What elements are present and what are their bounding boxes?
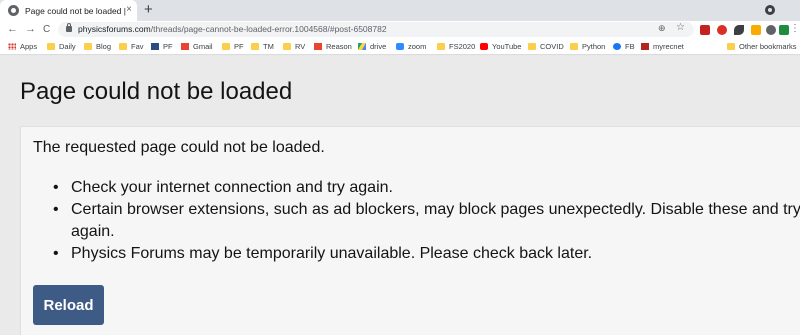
- bookmark-label: myrecnet: [653, 42, 684, 51]
- address-bar[interactable]: physicsforums.com/threads/page-cannot-be…: [58, 22, 694, 37]
- bookmark-apps[interactable]: Apps: [8, 38, 37, 55]
- folder-icon: [119, 43, 127, 50]
- bookmark-drive[interactable]: drive: [358, 38, 386, 55]
- bookmark-gmail[interactable]: Gmail: [181, 38, 213, 55]
- folder-icon: [437, 43, 445, 50]
- bookmark-label: FS2020: [449, 42, 476, 51]
- bookmark-label: Reason: [326, 42, 352, 51]
- bookmark-covid[interactable]: COVID: [528, 38, 564, 55]
- bookmark-reason[interactable]: Reason: [314, 38, 352, 55]
- youtube-icon: [480, 43, 488, 50]
- new-tab-button[interactable]: +: [144, 2, 153, 18]
- bookmark-fs2020[interactable]: FS2020: [437, 38, 475, 55]
- folder-icon: [528, 43, 536, 50]
- bookmark-label: COVID: [540, 42, 564, 51]
- bookmark-zoom[interactable]: zoom: [396, 38, 426, 55]
- error-block: The requested page could not be loaded. …: [20, 126, 800, 335]
- bookmark-pf-folder[interactable]: PF: [222, 38, 244, 55]
- reload-page-button[interactable]: C: [43, 21, 50, 38]
- extension-gmail-icon[interactable]: [700, 25, 710, 35]
- gmail-icon: [181, 43, 189, 50]
- url-path: /threads/page-cannot-be-loaded-error.100…: [150, 24, 387, 34]
- facebook-icon: [613, 43, 621, 50]
- bookmark-label: Fav: [131, 42, 144, 51]
- bookmark-star-icon[interactable]: ☆: [676, 22, 685, 33]
- bookmark-label: PF: [163, 42, 173, 51]
- list-item: Check your internet connection and try a…: [53, 177, 800, 199]
- browser-menu-icon[interactable]: ⋮: [790, 24, 800, 34]
- forward-button[interactable]: →: [25, 21, 36, 38]
- tab-close-icon[interactable]: ×: [126, 4, 132, 16]
- drive-icon: [358, 43, 366, 50]
- pf-icon: [151, 43, 159, 50]
- profile-icon[interactable]: [765, 5, 775, 15]
- browser-toolbar: ← → C physicsforums.com/threads/page-can…: [0, 21, 800, 38]
- bookmark-blog[interactable]: Blog: [84, 38, 111, 55]
- url-host: physicsforums.com: [78, 24, 151, 34]
- tab-title: Page could not be loaded | Physics Forum…: [25, 5, 129, 16]
- bookmark-label: RV: [295, 42, 306, 51]
- zoom-icon[interactable]: ⊕: [658, 23, 666, 34]
- tab-strip: Page could not be loaded | Physics Forum…: [0, 0, 800, 21]
- extension-green-icon[interactable]: [779, 25, 789, 35]
- folder-icon: [251, 43, 259, 50]
- bookmark-myrecnet[interactable]: myrecnet: [641, 38, 684, 55]
- zoom-icon: [396, 43, 404, 50]
- back-button[interactable]: ←: [7, 21, 18, 38]
- bookmark-label: Blog: [96, 42, 112, 51]
- bookmark-label: Gmail: [193, 42, 213, 51]
- bookmark-fav[interactable]: Fav: [119, 38, 144, 55]
- error-message: The requested page could not be loaded.: [33, 139, 325, 156]
- reason-icon: [314, 43, 322, 50]
- bookmark-label: Python: [582, 42, 606, 51]
- folder-icon: [47, 43, 55, 50]
- folder-icon: [570, 43, 578, 50]
- extension-dark-icon[interactable]: [766, 25, 776, 35]
- page-title: Page could not be loaded: [20, 78, 293, 105]
- url-text[interactable]: physicsforums.com/threads/page-cannot-be…: [78, 24, 387, 35]
- bookmark-tm[interactable]: TM: [251, 38, 274, 55]
- folder-icon: [727, 43, 735, 50]
- page-content: Page could not be loaded The requested p…: [0, 56, 800, 335]
- bookmark-label: Apps: [20, 42, 38, 51]
- folder-icon: [222, 43, 230, 50]
- reasons-list: Check your internet connection and try a…: [53, 177, 800, 265]
- bookmark-label: YouTube: [492, 42, 522, 51]
- bookmark-rv[interactable]: RV: [283, 38, 305, 55]
- bookmark-label: TM: [263, 42, 274, 51]
- folder-icon: [283, 43, 291, 50]
- bookmark-pf[interactable]: PF: [151, 38, 173, 55]
- list-item: Certain browser extensions, such as ad b…: [53, 199, 800, 243]
- bookmarks-bar: Apps Daily Blog Fav PF Gmail PF TM RV Re…: [0, 38, 800, 55]
- extension-plane-icon[interactable]: [751, 25, 761, 35]
- myrecnet-icon: [641, 43, 649, 50]
- apps-grid-icon: [8, 43, 16, 50]
- bookmark-label: zoom: [408, 42, 427, 51]
- bookmark-label: drive: [370, 42, 387, 51]
- bookmark-label: Daily: [59, 42, 76, 51]
- bookmark-fb[interactable]: FB: [613, 38, 635, 55]
- bookmark-label: FB: [625, 42, 635, 51]
- extension-adblock-icon[interactable]: [717, 25, 727, 35]
- other-bookmarks[interactable]: Other bookmarks: [727, 38, 797, 55]
- list-item: Physics Forums may be temporarily unavai…: [53, 243, 800, 265]
- reload-button[interactable]: Reload: [33, 285, 104, 325]
- browser-tab[interactable]: Page could not be loaded | Physics Forum…: [0, 0, 137, 21]
- lock-icon: [66, 23, 72, 32]
- tab-favicon-icon: [8, 5, 19, 16]
- other-bookmarks-label: Other bookmarks: [739, 42, 797, 51]
- extension-rocket-icon[interactable]: [734, 25, 744, 35]
- bookmark-python[interactable]: Python: [570, 38, 605, 55]
- bookmark-daily[interactable]: Daily: [47, 38, 76, 55]
- folder-icon: [84, 43, 92, 50]
- bookmark-label: PF: [234, 42, 244, 51]
- bookmark-youtube[interactable]: YouTube: [480, 38, 521, 55]
